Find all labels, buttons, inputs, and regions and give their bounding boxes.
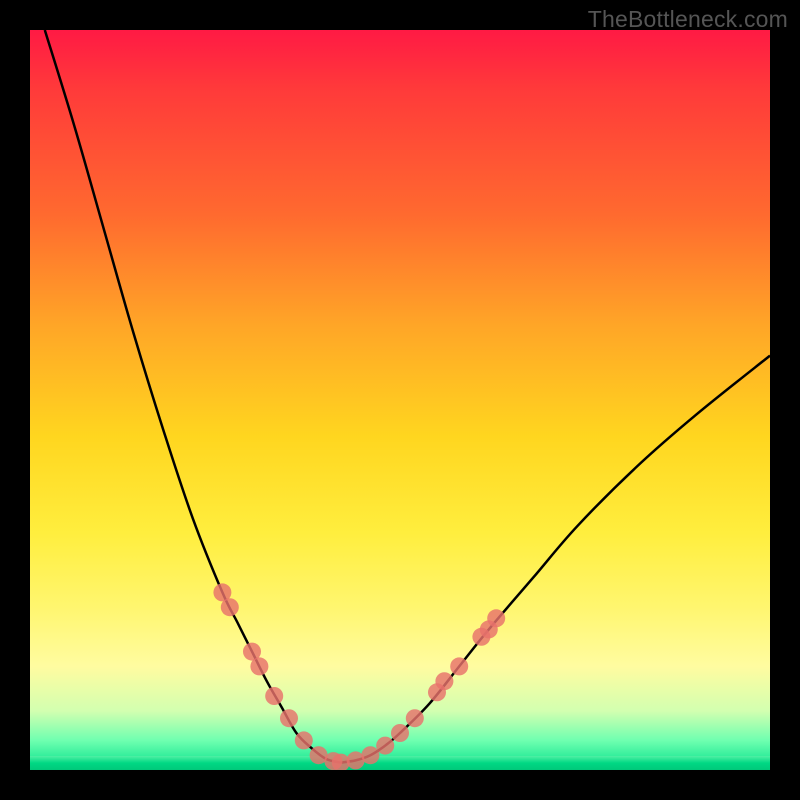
chart-plot-area xyxy=(30,30,770,770)
data-marker xyxy=(487,609,505,627)
data-marker xyxy=(450,657,468,675)
data-marker xyxy=(280,709,298,727)
data-marker xyxy=(391,724,409,742)
data-marker xyxy=(376,737,394,755)
data-marker xyxy=(295,731,313,749)
curve-right-branch xyxy=(341,356,770,763)
data-marker xyxy=(221,598,239,616)
chart-svg xyxy=(30,30,770,770)
marker-group xyxy=(213,583,505,770)
data-marker xyxy=(435,672,453,690)
data-marker xyxy=(250,657,268,675)
curve-left-branch xyxy=(45,30,341,763)
data-marker xyxy=(265,687,283,705)
data-marker xyxy=(361,746,379,764)
data-marker xyxy=(406,709,424,727)
watermark-text: TheBottleneck.com xyxy=(588,6,788,33)
